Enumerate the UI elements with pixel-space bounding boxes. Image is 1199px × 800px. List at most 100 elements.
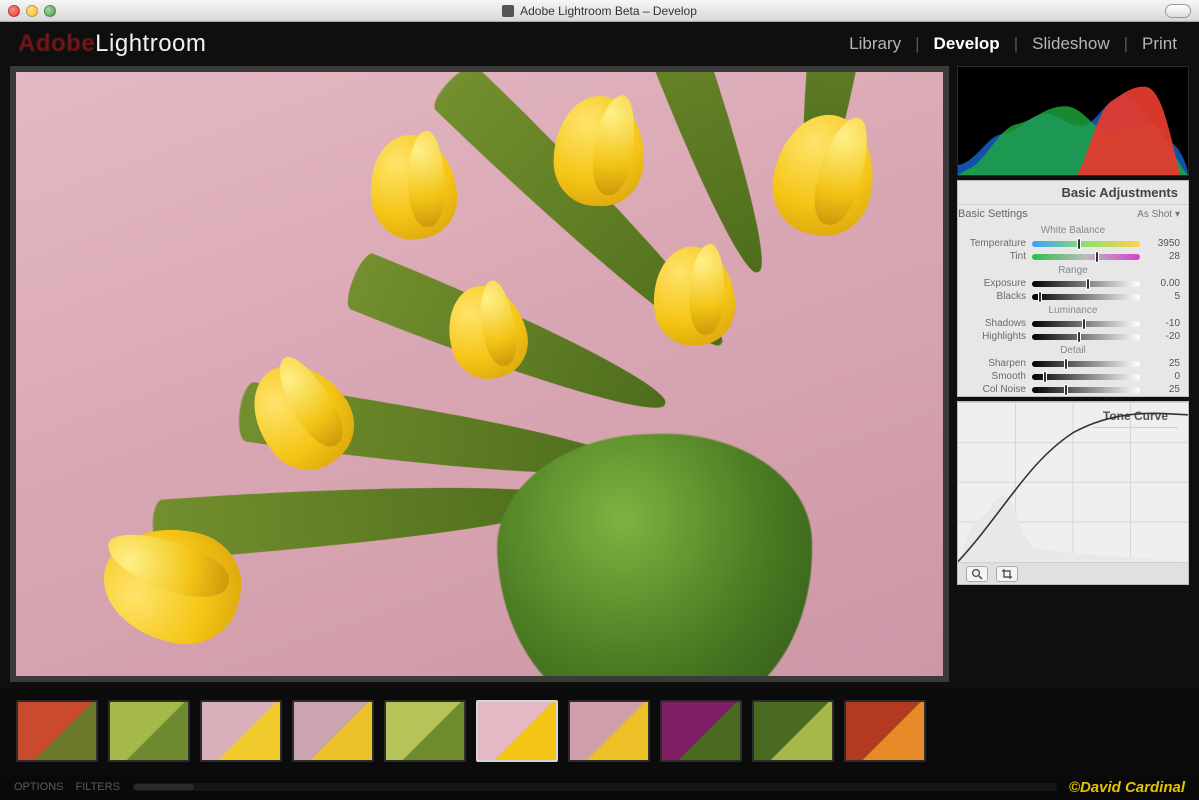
filmstrip-thumb[interactable] (16, 700, 98, 762)
module-picker: Library | Develop | Slideshow | Print (849, 34, 1177, 54)
close-window-button[interactable] (8, 5, 20, 17)
app-icon (502, 5, 514, 17)
traffic-lights (8, 5, 56, 17)
slider-shadows: Shadows -10 (958, 317, 1188, 330)
image-canvas-frame (10, 66, 949, 682)
slider-thumb[interactable] (1064, 384, 1068, 396)
slider-thumb[interactable] (1038, 291, 1042, 303)
slider-value[interactable]: 3950 (1146, 238, 1180, 249)
filmstrip-thumb[interactable] (292, 700, 374, 762)
filmstrip-thumb-image (478, 702, 556, 760)
slider-value[interactable]: 28 (1146, 251, 1180, 262)
histogram[interactable] (957, 66, 1189, 176)
slider-label: Exposure (962, 278, 1026, 289)
window-title: Adobe Lightroom Beta – Develop (0, 4, 1199, 18)
module-separator: | (1014, 34, 1018, 54)
filmstrip-thumb[interactable] (476, 700, 558, 762)
filmstrip-thumb-image (662, 702, 740, 760)
module-print[interactable]: Print (1142, 34, 1177, 54)
photo-tulip (364, 130, 463, 245)
slider-thumb[interactable] (1077, 331, 1081, 343)
filmstrip[interactable] (0, 688, 1199, 774)
slider-value[interactable]: 5 (1146, 291, 1180, 302)
slider-track[interactable] (1032, 374, 1140, 380)
slider-value[interactable]: 0.00 (1146, 278, 1180, 289)
filmstrip-thumb[interactable] (384, 700, 466, 762)
slider-thumb[interactable] (1043, 371, 1047, 383)
filmstrip-thumb-image (386, 702, 464, 760)
slider-label: Highlights (962, 331, 1026, 342)
minimize-window-button[interactable] (26, 5, 38, 17)
app-chrome: Adobe Lightroom Library | Develop | Slidesho… (0, 22, 1199, 800)
filmstrip-thumb[interactable] (108, 700, 190, 762)
slider-track[interactable] (1032, 294, 1140, 300)
slider-track[interactable] (1032, 334, 1140, 340)
module-separator: | (915, 34, 919, 54)
panel-title[interactable]: Basic Adjustments (958, 181, 1188, 205)
slider-value[interactable]: -20 (1146, 331, 1180, 342)
photo-tulip (765, 107, 884, 243)
slider-thumb[interactable] (1077, 238, 1081, 250)
filmstrip-thumb-image (754, 702, 832, 760)
options-button[interactable]: OPTIONS (14, 781, 64, 793)
group-luminance: Luminance (958, 305, 1188, 316)
group-range: Range (958, 265, 1188, 276)
slider-label: Smooth (962, 371, 1026, 382)
filmstrip-thumb-image (110, 702, 188, 760)
slider-label: Tint (962, 251, 1026, 262)
slider-label: Col Noise (962, 384, 1026, 395)
mac-titlebar: Adobe Lightroom Beta – Develop (0, 0, 1199, 22)
filmstrip-thumb[interactable] (844, 700, 926, 762)
crop-tool-button[interactable] (996, 566, 1018, 582)
slider-track[interactable] (1032, 387, 1140, 393)
slider-value[interactable]: 25 (1146, 358, 1180, 369)
slider-temperature: Temperature3950 (958, 237, 1188, 250)
slider-highlights: Highlights -20 (958, 330, 1188, 343)
filmstrip-thumb[interactable] (200, 700, 282, 762)
slider-blacks: Blacks 5 (958, 290, 1188, 303)
slider-thumb[interactable] (1086, 278, 1090, 290)
module-library[interactable]: Library (849, 34, 901, 54)
group-detail: Detail (958, 345, 1188, 356)
filters-button[interactable]: FILTERS (76, 781, 120, 793)
filmstrip-thumb-image (846, 702, 924, 760)
slider-track[interactable] (1032, 241, 1140, 247)
tone-curve-tools (958, 562, 1188, 584)
filmstrip-scrollbar[interactable] (132, 783, 1057, 791)
slider-smooth: Smooth 0 (958, 370, 1188, 383)
tone-curve-graph[interactable]: Tone Curve (958, 402, 1188, 562)
slider-value[interactable]: 25 (1146, 384, 1180, 395)
credit-text: ©David Cardinal (1069, 779, 1185, 796)
zoom-window-button[interactable] (44, 5, 56, 17)
slider-track[interactable] (1032, 254, 1140, 260)
slider-thumb[interactable] (1082, 318, 1086, 330)
photo-tulip (552, 95, 646, 208)
brand-logo: Adobe Lightroom (18, 30, 206, 58)
scrollbar-thumb[interactable] (134, 784, 194, 790)
white-balance-mode-dropdown[interactable]: As Shot ▾ (1137, 209, 1180, 220)
slider-track[interactable] (1032, 321, 1140, 327)
window-title-text: Adobe Lightroom Beta – Develop (520, 4, 697, 18)
brand-adobe: Adobe (18, 30, 95, 58)
filmstrip-thumb[interactable] (752, 700, 834, 762)
image-canvas[interactable] (16, 72, 943, 676)
mac-pill-button[interactable] (1165, 4, 1191, 18)
filmstrip-thumb[interactable] (568, 700, 650, 762)
app-header: Adobe Lightroom Library | Develop | Slidesho… (0, 22, 1199, 66)
module-develop[interactable]: Develop (934, 34, 1000, 54)
slider-label: Blacks (962, 291, 1026, 302)
slider-colornoise: Col Noise 25 (958, 383, 1188, 396)
slider-value[interactable]: 0 (1146, 371, 1180, 382)
filmstrip-thumb-image (202, 702, 280, 760)
slider-track[interactable] (1032, 361, 1140, 367)
slider-thumb[interactable] (1064, 358, 1068, 370)
module-separator: | (1124, 34, 1128, 54)
slider-thumb[interactable] (1095, 251, 1099, 263)
slider-label: Shadows (962, 318, 1026, 329)
module-slideshow[interactable]: Slideshow (1032, 34, 1110, 54)
slider-value[interactable]: -10 (1146, 318, 1180, 329)
photo-tulip (233, 345, 372, 487)
zoom-tool-button[interactable] (966, 566, 988, 582)
slider-track[interactable] (1032, 281, 1140, 287)
filmstrip-thumb[interactable] (660, 700, 742, 762)
